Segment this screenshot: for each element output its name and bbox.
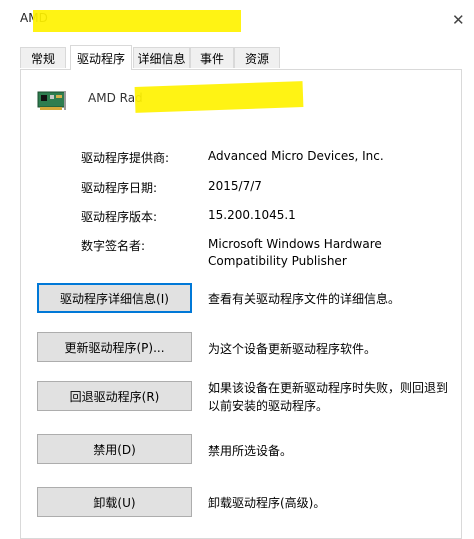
version-label: 驱动程序版本: [81, 210, 158, 224]
uninstall-driver-description: 卸载驱动程序(高级)。 [208, 496, 326, 510]
button-label: 卸载(U) [93, 495, 136, 510]
button-label: 更新驱动程序(P)... [64, 340, 165, 355]
tab-label: 资源 [244, 51, 269, 66]
tab-label: 事件 [199, 51, 224, 66]
title-bar: AMD ✕ [0, 0, 474, 38]
tab-driver[interactable]: 驱动程序 [70, 45, 132, 70]
highlight-redaction [33, 10, 241, 32]
rollback-description-line1: 如果该设备在更新驱动程序时失败，则回退到 [208, 381, 449, 395]
provider-label: 驱动程序提供商: [81, 151, 170, 165]
close-icon[interactable]: ✕ [452, 11, 465, 29]
driver-details-description: 查看有关驱动程序文件的详细信息。 [208, 292, 401, 306]
date-label: 驱动程序日期: [81, 181, 158, 195]
disable-device-description: 禁用所选设备。 [208, 444, 293, 458]
update-driver-description: 为这个设备更新驱动程序软件。 [208, 342, 377, 356]
date-value: 2015/7/7 [208, 179, 262, 193]
version-value: 15.200.1045.1 [208, 208, 296, 222]
disable-device-button[interactable]: 禁用(D) [37, 434, 192, 464]
button-label: 驱动程序详细信息(I) [60, 291, 169, 306]
network-card-icon [37, 91, 66, 110]
tab-general[interactable]: 常规 [20, 47, 66, 68]
tab-resources[interactable]: 资源 [234, 47, 280, 68]
signer-label: 数字签名者: [81, 239, 146, 253]
uninstall-driver-button[interactable]: 卸载(U) [37, 487, 192, 517]
tab-label: 常规 [30, 51, 55, 66]
tab-label: 驱动程序 [76, 51, 125, 66]
rollback-driver-button[interactable]: 回退驱动程序(R) [37, 381, 192, 411]
rollback-description-line2: 以前安装的驱动程序。 [208, 399, 329, 413]
update-driver-button[interactable]: 更新驱动程序(P)... [37, 332, 192, 362]
button-label: 禁用(D) [93, 442, 136, 457]
provider-value: Advanced Micro Devices, Inc. [208, 149, 384, 163]
driver-details-button[interactable]: 驱动程序详细信息(I) [37, 283, 192, 313]
button-label: 回退驱动程序(R) [69, 389, 160, 404]
signer-value-line2: Compatibility Publisher [208, 254, 347, 268]
signer-value-line1: Microsoft Windows Hardware [208, 237, 382, 251]
tab-details[interactable]: 详细信息 [133, 47, 190, 68]
tab-label: 详细信息 [137, 51, 186, 66]
tab-events[interactable]: 事件 [190, 47, 234, 68]
